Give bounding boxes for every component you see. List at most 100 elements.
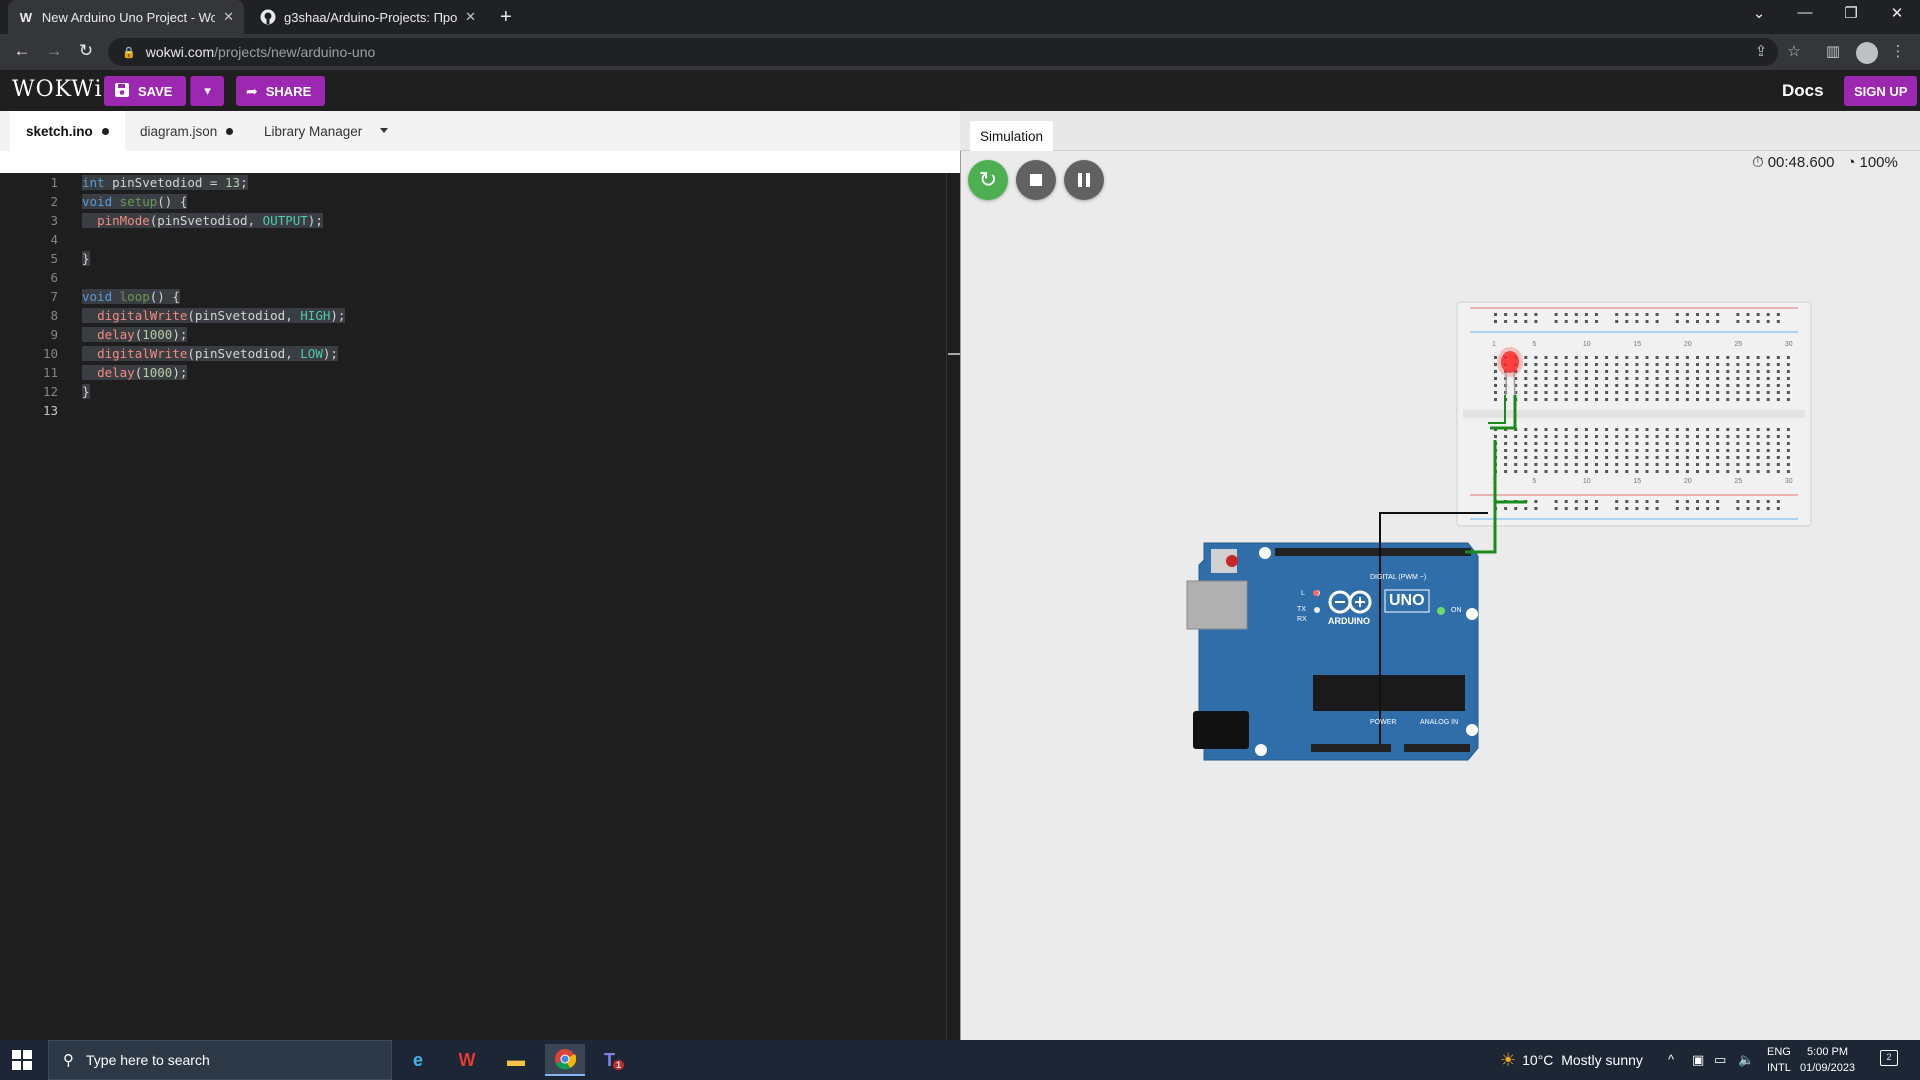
close-tab-icon[interactable]: ✕ [223, 9, 234, 25]
code-text[interactable]: } [82, 251, 90, 266]
tab-sketch-ino[interactable]: sketch.ino [10, 111, 125, 151]
wokwi-header: WOKWi SAVE ▾ ➦ SHARE Docs SIGN UP [0, 70, 1920, 111]
restart-icon: ↻ [978, 167, 998, 192]
clock-time: 5:00 PM [1807, 1046, 1849, 1058]
back-icon[interactable]: ← [10, 41, 34, 61]
input-language[interactable]: ENG INTL [1767, 1044, 1791, 1076]
lang-code: ENG [1767, 1046, 1791, 1058]
line-number: 8 [50, 308, 58, 323]
caret-down-icon: ▾ [204, 83, 211, 98]
close-tab-icon[interactable]: ✕ [465, 9, 476, 25]
tab-simulation[interactable]: Simulation [970, 121, 1054, 151]
network-icon[interactable]: ▭ [1714, 1052, 1726, 1068]
code-text[interactable]: pinMode(pinSvetodiod, OUTPUT); [82, 213, 323, 228]
save-dropdown-button[interactable]: ▾ [190, 76, 224, 106]
board-digital-label: DIGITAL (PWM ~) [1370, 574, 1427, 581]
code-text[interactable]: void setup() { [82, 194, 188, 209]
line-number: 10 [42, 346, 58, 361]
side-panel-icon[interactable]: ▥ [1822, 42, 1844, 60]
chrome-icon[interactable] [545, 1044, 585, 1076]
editor-scrollbar[interactable] [946, 173, 960, 1040]
system-clock[interactable]: 5:00 PM 01/09/2023 [1800, 1044, 1855, 1076]
stop-icon [1030, 174, 1042, 186]
code-line: 5 } [0, 251, 945, 270]
teams-icon[interactable]: T1 [594, 1044, 634, 1076]
board-brand-label: ARDUINO [1328, 616, 1370, 626]
line-number: 5 [50, 251, 58, 266]
tab-label: diagram.json [140, 123, 218, 139]
volume-icon[interactable]: 🔈 [1738, 1052, 1754, 1068]
sim-timer: 00:48.600 [1767, 154, 1835, 171]
new-tab-icon[interactable]: + [500, 6, 512, 29]
reload-icon[interactable]: ↻ [74, 41, 98, 61]
line-number: 1 [50, 175, 58, 190]
github-icon [260, 9, 276, 25]
code-text[interactable]: digitalWrite(pinSvetodiod, HIGH); [82, 308, 346, 323]
browser-tab-wokwi[interactable]: W New Arduino Uno Project - Wokwi ✕ [8, 0, 244, 34]
docs-link[interactable]: Docs [1782, 81, 1824, 101]
sim-speed: 100% [1859, 154, 1898, 171]
notification-center-icon[interactable]: 2 [1880, 1050, 1898, 1066]
board-analog-label: ANALOG IN [1420, 719, 1459, 726]
url-path: /projects/new/arduino-uno [214, 44, 376, 60]
code-editor[interactable]: 1 int pinSvetodiod = 13; 2 void setup() … [0, 173, 960, 1040]
windows-start-icon[interactable] [12, 1050, 32, 1070]
line-number: 11 [42, 365, 58, 380]
simulation-canvas[interactable] [960, 151, 1920, 1040]
code-line: 1 int pinSvetodiod = 13; [0, 175, 945, 194]
modified-dot-icon [226, 127, 234, 135]
code-line: 2 void setup() { [0, 194, 945, 213]
file-explorer-icon[interactable]: ▬ [496, 1044, 536, 1076]
code-text[interactable]: int pinSvetodiod = 13; [82, 175, 248, 190]
code-line: 10 digitalWrite(pinSvetodiod, LOW); [0, 346, 945, 365]
restore-icon[interactable]: ❐ [1828, 4, 1874, 22]
restart-simulation-button[interactable]: ↻ [968, 160, 1008, 200]
pause-simulation-button[interactable] [1064, 160, 1104, 200]
code-text[interactable]: delay(1000); [82, 365, 188, 380]
wps-office-icon[interactable]: W [447, 1044, 487, 1076]
save-button[interactable]: SAVE [104, 76, 187, 106]
save-label: SAVE [138, 83, 173, 99]
tab-search-icon[interactable]: ⌄ [1736, 4, 1782, 22]
wokwi-logo[interactable]: WOKWi [12, 77, 103, 102]
meet-now-icon[interactable]: ▣ [1692, 1052, 1704, 1068]
line-number: 2 [50, 194, 58, 209]
panel-resize-handle[interactable] [948, 353, 960, 355]
line-number: 9 [50, 327, 58, 342]
share-arrow-icon: ➦ [246, 82, 258, 99]
tab-title: New Arduino Uno Project - Wokwi [41, 9, 216, 25]
system-tray-weather[interactable]: ☀ 10°C Mostly sunny [1500, 1040, 1643, 1080]
code-text[interactable]: void loop() { [82, 289, 180, 304]
close-window-icon[interactable]: ✕ [1874, 4, 1920, 22]
code-line: 3 pinMode(pinSvetodiod, OUTPUT); [0, 213, 945, 232]
windows-taskbar: ⚲ Type here to search e W ▬ T1 ☀ 10°C Mo… [0, 1040, 1920, 1080]
sign-up-button[interactable]: SIGN UP [1844, 76, 1918, 106]
simulation-status: ⏱ 00:48.600 ◔ 100% [1752, 154, 1898, 171]
share-button[interactable]: ➦ SHARE [236, 76, 326, 106]
stop-simulation-button[interactable] [1016, 160, 1056, 200]
code-text[interactable]: digitalWrite(pinSvetodiod, LOW); [82, 346, 338, 361]
profile-avatar[interactable] [1856, 42, 1878, 64]
clock-date: 01/09/2023 [1800, 1062, 1856, 1074]
editor-menu-caret-icon[interactable] [380, 128, 388, 133]
code-text[interactable]: delay(1000); [82, 327, 188, 342]
tab-diagram-json[interactable]: diagram.json [124, 111, 249, 151]
bookmark-star-icon[interactable]: ☆ [1783, 42, 1805, 60]
lang-layout: INTL [1767, 1062, 1791, 1074]
teams-badge: 1 [612, 1060, 624, 1070]
menu-kebab-icon[interactable]: ⋮ [1887, 42, 1909, 60]
browser-tab-github[interactable]: g3shaa/Arduino-Projects: Програ ✕ [250, 0, 486, 34]
modified-dot-icon [101, 127, 109, 135]
show-hidden-icons-icon[interactable]: ^ [1668, 1052, 1674, 1067]
share-page-icon[interactable]: ⇪ [1750, 42, 1772, 60]
line-number: 13 [42, 403, 58, 418]
browser-toolbar: ← → ↻ 🔒 wokwi.com/projects/new/arduino-u… [0, 34, 1920, 70]
forward-icon[interactable]: → [42, 41, 66, 61]
minimize-icon[interactable]: — [1782, 4, 1828, 21]
address-bar[interactable]: 🔒 wokwi.com/projects/new/arduino-uno [108, 38, 1778, 66]
code-text[interactable]: } [82, 384, 90, 399]
taskbar-search-input[interactable]: ⚲ Type here to search [48, 1040, 392, 1080]
edge-icon[interactable]: e [398, 1044, 438, 1076]
speedometer-icon: ◔ [1846, 154, 1856, 171]
tab-library-manager[interactable]: Library Manager [248, 111, 378, 151]
